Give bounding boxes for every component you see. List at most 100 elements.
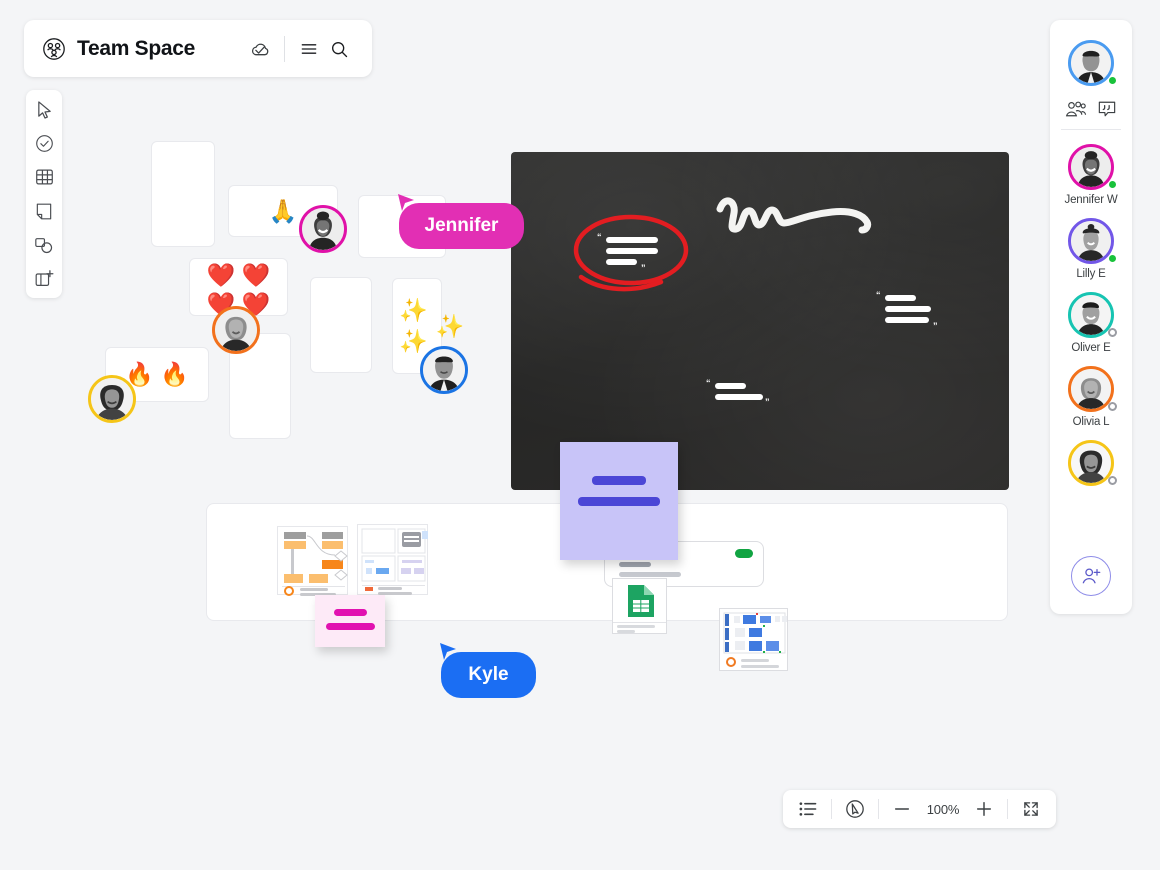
cursor-name: Jennifer: [424, 215, 499, 236]
board-text-block-3: “ ”: [706, 378, 770, 407]
current-user-avatar[interactable]: [1068, 40, 1117, 86]
emoji-heart: ❤️: [206, 262, 236, 288]
zoom-divider: [831, 799, 832, 819]
add-person-button[interactable]: [1071, 556, 1111, 596]
shapes-icon: [35, 237, 53, 253]
quote-close-icon: ”: [933, 321, 938, 331]
file-meta-line: [617, 630, 635, 633]
participant-jennifer-w[interactable]: Jennifer W: [1065, 144, 1118, 206]
sticky-line-1: [333, 609, 367, 616]
google-sheets-file-card[interactable]: [612, 578, 667, 634]
add-frame-tool[interactable]: [30, 268, 58, 290]
canvas-avatar-olivia[interactable]: [212, 306, 260, 354]
task-line-2: [619, 572, 681, 577]
participant-name: Olivia L: [1072, 416, 1110, 428]
chat-glyph: [1098, 101, 1116, 117]
participant-lilly-e[interactable]: Lilly E: [1068, 218, 1117, 280]
table-grid-tool[interactable]: [30, 166, 58, 188]
chalkboard-image[interactable]: “ ” “ ” “ ”: [511, 152, 1009, 490]
avatar-portrait: [1071, 221, 1111, 261]
minus-icon: [894, 808, 910, 810]
quote-open-icon: “: [597, 232, 602, 242]
participant-oliver-e[interactable]: Oliver E: [1068, 292, 1117, 354]
wireframe-thumbnail[interactable]: [357, 524, 428, 595]
status-indicator-idle: [1108, 328, 1117, 337]
canvas-avatar-jennifer[interactable]: [299, 205, 347, 253]
emoji-pray: 🙏: [268, 197, 298, 224]
zoom-out-button[interactable]: [889, 796, 915, 822]
sticky-line-1: [592, 476, 646, 485]
zoom-in-button[interactable]: [971, 796, 997, 822]
group-glyph: [1065, 101, 1087, 117]
emoji-fire: 🔥: [160, 361, 189, 387]
file-card-divider: [613, 622, 666, 623]
flowchart-thumbnail[interactable]: [277, 526, 348, 596]
zoom-level: 100%: [926, 801, 960, 817]
status-indicator-online: [1108, 180, 1117, 189]
check-circle-icon: [35, 134, 53, 152]
participants-group-icon[interactable]: [1065, 100, 1087, 123]
app-header: Team Space: [24, 20, 372, 77]
list-fade-overlay: [1050, 500, 1132, 540]
board-text-block-2: “ ”: [876, 290, 938, 331]
cloud-sync-glyph: [252, 43, 269, 55]
quote-close-icon: ”: [641, 263, 646, 273]
avatar-portrait: [1071, 295, 1111, 335]
menu-icon[interactable]: [294, 34, 324, 64]
select-cursor-tool[interactable]: [30, 98, 58, 120]
whiteboard-app: 🙏 ❤️ ❤️ ❤️ ❤️ ✨ ✨ ✨ 🔥 🔥 “ ” “ ” “ ” Jenn…: [0, 0, 1160, 870]
status-badge: [735, 549, 753, 558]
board-text-block-1: “ ”: [597, 232, 658, 273]
participant-name: Oliver E: [1071, 342, 1111, 354]
cursor-label-kyle: Kyle: [441, 652, 536, 698]
search-icon[interactable]: [324, 34, 354, 64]
fullscreen-button[interactable]: [1018, 796, 1044, 822]
zoom-divider: [1007, 799, 1008, 819]
status-indicator-idle: [1108, 402, 1117, 411]
emoji-sparkles: ✨: [399, 328, 428, 354]
quote-open-icon: “: [706, 378, 711, 388]
add-frame-icon: [35, 270, 54, 286]
file-name-line: [617, 625, 655, 628]
sticky-note-pink[interactable]: [315, 595, 385, 647]
task-check-tool[interactable]: [30, 132, 58, 154]
emoji-heart: ❤️: [241, 262, 271, 288]
sticky-note-lavender[interactable]: [560, 442, 678, 560]
status-indicator-idle: [1108, 476, 1117, 485]
status-indicator-online: [1108, 76, 1117, 85]
cloud-sync-icon[interactable]: [245, 34, 275, 64]
wireframe-thumbnail-graphic: [361, 528, 428, 595]
header-divider: [284, 35, 285, 62]
sticky-line-2: [578, 497, 660, 506]
card-empty-3[interactable]: [310, 277, 372, 373]
sticky-note-tool[interactable]: [30, 200, 58, 222]
participant-last[interactable]: [1068, 440, 1117, 490]
list-view-button[interactable]: [795, 796, 821, 822]
canvas-avatar-noah[interactable]: [88, 375, 136, 423]
expand-arrows-icon: [1024, 802, 1038, 816]
cursor-name: Kyle: [468, 664, 509, 685]
cursor-mode-button[interactable]: [842, 796, 868, 822]
status-indicator-online: [1108, 254, 1117, 263]
cursor-arrow-icon: [37, 100, 51, 119]
avatar-portrait: [91, 378, 133, 420]
participant-olivia-l[interactable]: Olivia L: [1068, 366, 1117, 428]
bpmn-diagram-card[interactable]: [719, 608, 788, 671]
avatar-portrait: [1071, 43, 1111, 83]
zoom-divider: [878, 799, 879, 819]
chat-bubble-icon[interactable]: [1097, 100, 1117, 123]
shapes-tool[interactable]: [30, 234, 58, 256]
emoji-sparkles: ✨: [399, 297, 428, 323]
avatar-portrait: [1071, 369, 1111, 409]
flowchart-thumbnail-graphic: [282, 532, 348, 596]
bpmn-diagram-thumbnail: [723, 612, 787, 668]
canvas-avatar-kyle[interactable]: [420, 346, 468, 394]
spreadsheet-icon: [628, 585, 654, 617]
quote-open-icon: “: [876, 290, 881, 300]
board-canvas[interactable]: 🙏 ❤️ ❤️ ❤️ ❤️ ✨ ✨ ✨ 🔥 🔥 “ ” “ ” “ ” Jenn…: [0, 0, 1160, 870]
header-actions: [245, 34, 354, 64]
note-page-icon: [36, 203, 52, 219]
card-empty-1[interactable]: [151, 141, 215, 247]
panel-divider: [1061, 129, 1121, 130]
task-line-1: [619, 562, 651, 567]
